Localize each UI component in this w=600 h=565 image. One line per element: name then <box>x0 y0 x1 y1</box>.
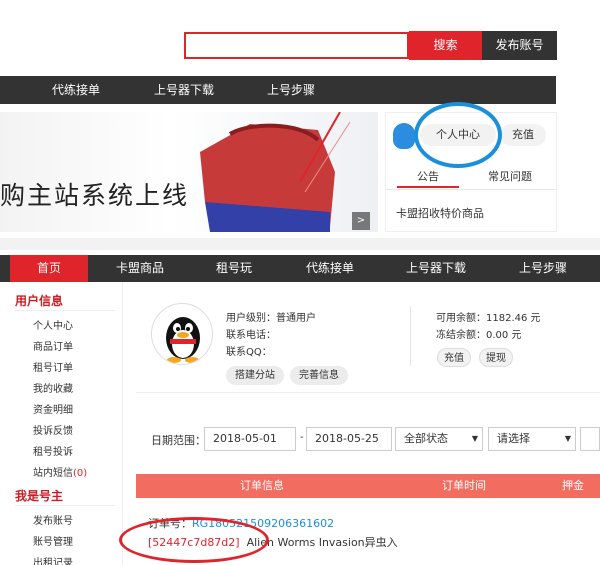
promo-banner[interactable]: 购主站系统上线 > <box>0 112 378 232</box>
date-range-label: 日期范围： <box>151 434 206 447</box>
publish-account-button[interactable]: 发布账号 <box>482 31 557 60</box>
main-nav-item-login-steps[interactable]: 上号步骤 <box>506 255 580 282</box>
main-nav-item-home[interactable]: 首页 <box>10 255 88 282</box>
banner-headline: 购主站系统上线 <box>0 181 190 210</box>
game-name[interactable]: Alien Worms Invasion异虫入 <box>247 536 398 549</box>
divider <box>410 306 411 366</box>
sidebar-item-personal-center[interactable]: 个人中心 <box>33 317 73 332</box>
top-nav: 代练接单 上号器下载 上号步骤 <box>0 76 556 104</box>
status-select-value: 全部状态 <box>404 432 448 445</box>
main-nav-item-rent-account[interactable]: 租号玩 <box>196 255 272 282</box>
build-substation-button[interactable]: 搭建分站 <box>226 366 284 385</box>
status-select[interactable]: 全部状态 ▼ <box>395 427 483 451</box>
sidebar-heading-user-info: 用户信息 <box>15 294 64 308</box>
sidebar-item-publish-account[interactable]: 发布账号 <box>33 512 73 527</box>
qq-icon <box>393 123 415 149</box>
message-count-close: ) <box>83 468 88 479</box>
sidebar-item-rental-complaints[interactable]: 租号投诉 <box>33 443 73 458</box>
chevron-down-icon: ▼ <box>471 434 478 443</box>
end-date-input[interactable]: 2018-05-25 <box>306 427 392 451</box>
divider <box>136 392 600 393</box>
tab-faq[interactable]: 常见问题 <box>470 168 550 188</box>
withdraw-button[interactable]: 提现 <box>479 348 513 367</box>
date-separator: - <box>300 432 304 443</box>
sidebar-item-rental-orders[interactable]: 租号订单 <box>33 359 73 374</box>
chevron-down-icon: ▼ <box>564 434 571 443</box>
search-input[interactable] <box>184 32 409 59</box>
search-button[interactable]: 搜索 <box>409 31 482 60</box>
sidebar-item-complaint-feedback[interactable]: 投诉反馈 <box>33 422 73 437</box>
tab-announcement[interactable]: 公告 <box>397 168 459 188</box>
highlight-circle-annotation <box>414 102 502 168</box>
qq-penguin-icon <box>166 317 200 363</box>
banner-next-icon[interactable]: > <box>352 212 370 230</box>
sidebar-item-fund-details[interactable]: 资金明细 <box>33 401 73 416</box>
sidebar-item-favorites[interactable]: 我的收藏 <box>33 380 73 395</box>
frozen-balance: 冻结余额：0.00 元 <box>436 330 522 341</box>
divider <box>15 505 115 506</box>
divider <box>15 310 115 311</box>
avatar <box>151 303 213 365</box>
top-nav-item-leveling[interactable]: 代练接单 <box>40 76 112 104</box>
extra-filter-input[interactable] <box>580 427 600 451</box>
recharge-button[interactable]: 充值 <box>500 124 546 146</box>
recharge-button-balance[interactable]: 充值 <box>437 348 471 367</box>
available-balance: 可用余额：1182.46 元 <box>436 313 541 324</box>
divider <box>386 189 556 190</box>
sidebar: 用户信息 个人中心 商品订单 租号订单 我的收藏 资金明细 投诉反馈 租号投诉 … <box>0 282 123 565</box>
top-nav-item-launcher-download[interactable]: 上号器下载 <box>140 76 228 104</box>
sidebar-item-messages[interactable]: 站内短信(0) <box>33 464 87 479</box>
order-table-header: 订单信息 订单时间 押金 <box>136 474 600 498</box>
type-select[interactable]: 请选择 ▼ <box>488 427 576 451</box>
fist-illustration <box>200 112 351 232</box>
section-separator <box>0 238 600 250</box>
column-header-order-time: 订单时间 <box>442 479 486 492</box>
main-nav-item-launcher-download[interactable]: 上号器下载 <box>392 255 480 282</box>
sidebar-item-rental-records[interactable]: 出租记录 <box>33 554 73 565</box>
main-nav-item-card-goods[interactable]: 卡盟商品 <box>98 255 182 282</box>
main-nav-item-leveling[interactable]: 代练接单 <box>290 255 370 282</box>
main-nav: 首页 卡盟商品 租号玩 代练接单 上号器下载 上号步骤 <box>0 255 600 282</box>
column-header-deposit: 押金 <box>562 479 584 492</box>
type-select-value: 请选择 <box>497 432 530 445</box>
top-nav-item-login-steps[interactable]: 上号步骤 <box>254 76 328 104</box>
start-date-input[interactable]: 2018-05-01 <box>204 427 296 451</box>
user-phone: 联系电话： <box>226 330 276 341</box>
highlight-circle-annotation <box>119 517 269 563</box>
announcement-item[interactable]: 卡盟招收特价商品 <box>396 205 484 221</box>
sidebar-item-label: 站内短信 <box>33 468 73 479</box>
sidebar-heading-owner: 我是号主 <box>15 489 64 503</box>
sidebar-item-account-management[interactable]: 账号管理 <box>33 533 73 548</box>
complete-info-button[interactable]: 完善信息 <box>290 366 348 385</box>
column-header-order-info: 订单信息 <box>240 479 284 492</box>
sidebar-item-goods-orders[interactable]: 商品订单 <box>33 338 73 353</box>
user-qq: 联系QQ： <box>226 347 272 358</box>
user-level: 用户级别：普通用户 <box>226 313 316 324</box>
